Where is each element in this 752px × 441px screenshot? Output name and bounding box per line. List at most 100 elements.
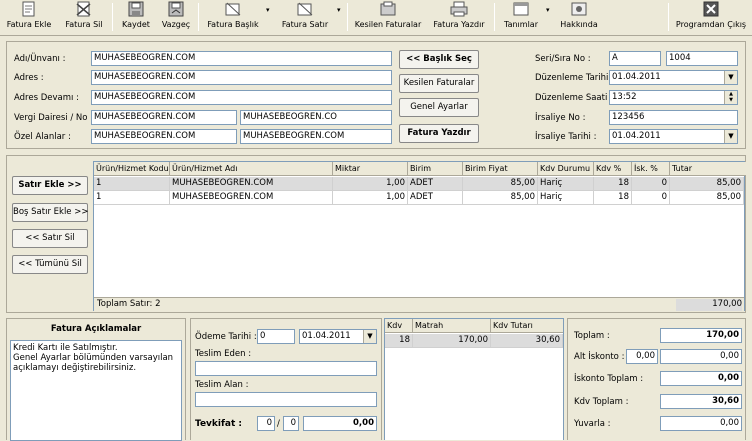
tumunu-sil-button[interactable]: << Tümünü Sil bbox=[12, 255, 88, 274]
table-cell[interactable]: Hariç bbox=[538, 191, 594, 205]
table-cell[interactable]: MUHASEBEOGREN.COM bbox=[170, 177, 333, 191]
spinner-arrows-icon[interactable]: ▲ ▼ bbox=[724, 91, 737, 104]
table-cell[interactable]: 30,60 bbox=[491, 334, 563, 348]
kesilen-faturalar-button[interactable]: Kesilen Faturalar bbox=[352, 0, 424, 34]
table-cell[interactable]: Hariç bbox=[538, 177, 594, 191]
adi-label: Adı/Ünvanı : bbox=[14, 54, 66, 64]
column-header[interactable]: Kdv % bbox=[594, 162, 632, 176]
column-header[interactable]: Matrah bbox=[413, 319, 491, 333]
table-cell[interactable]: 1 bbox=[94, 191, 170, 205]
fatura-baslik-button[interactable]: Fatura Başlık bbox=[202, 0, 264, 34]
aciklama-line: Kredi Kartı ile Satılmıştır. bbox=[13, 343, 118, 353]
fatura-yazdir-button[interactable]: Fatura Yazdır bbox=[428, 0, 490, 34]
alt-iskonto-input[interactable]: 0,00 bbox=[660, 349, 742, 364]
table-cell[interactable]: 1,00 bbox=[333, 177, 408, 191]
duzenleme-saati-spinner[interactable]: 13:52 ▲ ▼ bbox=[609, 90, 738, 105]
satir-ekle-button[interactable]: Satır Ekle >> bbox=[12, 176, 88, 195]
iskonto-toplam-value: 0,00 bbox=[660, 371, 742, 386]
fatura-ekle-button[interactable]: Fatura Ekle bbox=[2, 0, 56, 34]
genel-ayarlar-button[interactable]: Genel Ayarlar bbox=[399, 98, 479, 117]
line-items-grid[interactable]: Ürün/Hizmet Kodu Ürün/Hizmet Adı Miktar … bbox=[93, 161, 746, 311]
tevkifat-value[interactable]: 0,00 bbox=[303, 416, 377, 431]
fatura-satir-button[interactable]: Fatura Satır bbox=[276, 0, 334, 34]
table-cell[interactable]: 18 bbox=[594, 177, 632, 191]
alt-iskonto-pct-input[interactable]: 0,00 bbox=[626, 349, 658, 364]
aciklama-textarea[interactable]: Kredi Kartı ile Satılmıştır. Genel Ayarl… bbox=[10, 340, 182, 441]
table-cell[interactable]: 0 bbox=[632, 191, 670, 205]
table-cell[interactable]: 170,00 bbox=[413, 334, 491, 348]
table-cell[interactable]: 85,00 bbox=[670, 177, 744, 191]
invoice-list-icon bbox=[380, 1, 396, 16]
kdv-grid[interactable]: Kdv Matrah Kdv Tutarı 18 170,00 30,60 bbox=[384, 318, 564, 440]
table-cell[interactable]: 18 bbox=[594, 191, 632, 205]
chevron-down-icon[interactable]: ▼ bbox=[724, 71, 737, 84]
table-cell[interactable]: 1 bbox=[94, 177, 170, 191]
column-header[interactable]: Birim Fiyat bbox=[463, 162, 538, 176]
table-cell[interactable]: MUHASEBEOGREN.COM bbox=[170, 191, 333, 205]
tevkifat-pay-input[interactable]: 0 bbox=[257, 416, 275, 431]
adi-input[interactable]: MUHASEBEOGREN.COM bbox=[91, 51, 392, 66]
kaydet-button[interactable]: Kaydet bbox=[116, 0, 156, 34]
chevron-down-icon[interactable]: ▾ bbox=[337, 6, 344, 14]
tanimlar-button[interactable]: Tanımlar bbox=[498, 0, 544, 34]
table-cell[interactable]: 85,00 bbox=[463, 177, 538, 191]
teslim-eden-input[interactable] bbox=[195, 361, 377, 376]
ozel-alan-1-input[interactable]: MUHASEBEOGREN.COM bbox=[91, 129, 237, 144]
yuvarla-input[interactable]: 0,00 bbox=[660, 416, 742, 431]
column-header[interactable]: Kdv Durumu bbox=[538, 162, 594, 176]
column-header[interactable]: Ürün/Hizmet Kodu bbox=[94, 162, 170, 176]
chevron-down-icon[interactable]: ▾ bbox=[546, 6, 553, 14]
invoice-header-panel: Adı/Ünvanı : MUHASEBEOGREN.COM Adres : M… bbox=[6, 41, 746, 149]
table-cell[interactable]: 0 bbox=[632, 177, 670, 191]
column-header[interactable]: İsk. % bbox=[632, 162, 670, 176]
table-cell[interactable]: 85,00 bbox=[670, 191, 744, 205]
line-items-panel: Satır Ekle >> Boş Satır Ekle >> << Satır… bbox=[6, 155, 746, 313]
fatura-satir-label: Fatura Satır bbox=[281, 20, 329, 29]
row-edit-icon bbox=[297, 2, 313, 16]
hakkinda-button[interactable]: Hakkında bbox=[556, 0, 602, 34]
table-cell[interactable]: 18 bbox=[385, 334, 413, 348]
table-cell[interactable]: 1,00 bbox=[333, 191, 408, 205]
kaydet-label: Kaydet bbox=[122, 20, 150, 29]
table-cell[interactable]: ADET bbox=[408, 191, 463, 205]
baslik-sec-button[interactable]: << Başlık Seç bbox=[399, 50, 479, 69]
column-header[interactable]: Tutar bbox=[670, 162, 746, 176]
toolbar-separator bbox=[198, 3, 199, 31]
tevkifat-payda-input[interactable]: 0 bbox=[283, 416, 299, 431]
vergi-no-input[interactable]: MUHASEBEOGREN.CO bbox=[240, 110, 392, 125]
info-icon bbox=[571, 2, 587, 16]
column-header[interactable]: Ürün/Hizmet Adı bbox=[170, 162, 333, 176]
vazgec-button[interactable]: Vazgeç bbox=[158, 0, 194, 34]
column-header[interactable]: Miktar bbox=[333, 162, 408, 176]
grid-footer-total: 170,00 bbox=[676, 299, 742, 311]
table-cell[interactable]: ADET bbox=[408, 177, 463, 191]
chevron-down-icon[interactable]: ▾ bbox=[266, 6, 273, 14]
irsaliye-tarihi-combo[interactable]: 01.04.2011 ▼ bbox=[609, 129, 738, 144]
adres-devami-input[interactable]: MUHASEBEOGREN.COM bbox=[91, 90, 392, 105]
column-header[interactable]: Birim bbox=[408, 162, 463, 176]
column-header[interactable]: Kdv Tutarı bbox=[491, 319, 563, 333]
vergi-dairesi-input[interactable]: MUHASEBEOGREN.COM bbox=[91, 110, 237, 125]
fatura-yazdir-side-button[interactable]: Fatura Yazdır bbox=[399, 124, 479, 143]
irsaliye-no-input[interactable]: 123456 bbox=[609, 110, 738, 125]
satir-sil-button[interactable]: << Satır Sil bbox=[12, 229, 88, 248]
ozel-alan-2-input[interactable]: MUHASEBEOGREN.COM bbox=[240, 129, 392, 144]
teslim-alan-input[interactable] bbox=[195, 392, 377, 407]
table-cell[interactable]: 85,00 bbox=[463, 191, 538, 205]
kesilen-faturalar-side-button[interactable]: Kesilen Faturalar bbox=[399, 74, 479, 93]
hakkinda-label: Hakkında bbox=[560, 20, 598, 29]
adres-input[interactable]: MUHASEBEOGREN.COM bbox=[91, 70, 392, 85]
odeme-gun-input[interactable]: 0 bbox=[257, 329, 295, 344]
column-header[interactable]: Kdv bbox=[385, 319, 413, 333]
duzenleme-tarihi-combo[interactable]: 01.04.2011 ▼ bbox=[609, 70, 738, 85]
odeme-tarihi-combo[interactable]: 01.04.2011 ▼ bbox=[299, 329, 377, 344]
printer-icon bbox=[450, 1, 468, 17]
chevron-down-icon[interactable]: ▼ bbox=[363, 330, 376, 343]
programdan-cikis-button[interactable]: Programdan Çıkış bbox=[672, 0, 750, 34]
sira-input[interactable]: 1004 bbox=[666, 51, 738, 66]
bos-satir-ekle-button[interactable]: Boş Satır Ekle >> bbox=[12, 203, 89, 222]
teslim-eden-label: Teslim Eden : bbox=[195, 349, 252, 359]
fatura-sil-button[interactable]: Fatura Sil bbox=[60, 0, 108, 34]
chevron-down-icon[interactable]: ▼ bbox=[724, 130, 737, 143]
seri-input[interactable]: A bbox=[609, 51, 661, 66]
